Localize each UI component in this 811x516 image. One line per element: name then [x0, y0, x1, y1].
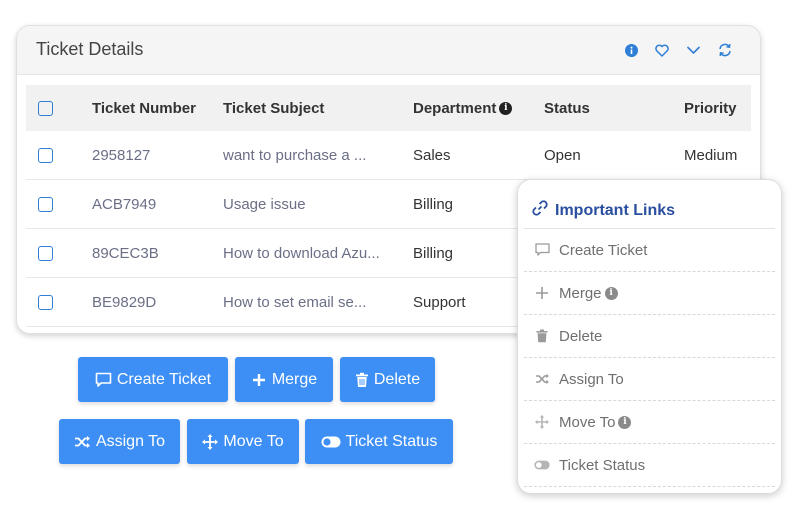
link-move-to[interactable]: Move To i — [524, 401, 775, 444]
ticket-priority: Medium — [683, 131, 751, 180]
ticket-number[interactable]: ACB7949 — [91, 179, 222, 229]
important-links-list: Create Ticket Merge i Delete Assign To M… — [524, 228, 775, 487]
link-merge[interactable]: Merge i — [524, 272, 775, 315]
plus-icon — [251, 372, 267, 388]
column-header-department-label: Department — [413, 99, 497, 117]
shuffle-icon — [74, 435, 91, 449]
table-row[interactable]: 2958127 want to purchase a ... Sales Ope… — [26, 131, 751, 180]
toggle-icon — [534, 460, 550, 470]
delete-label: Delete — [373, 370, 421, 388]
assign-to-label: Assign To — [95, 432, 166, 450]
ticket-status-button[interactable]: Ticket Status — [305, 419, 453, 464]
row-checkbox[interactable] — [38, 148, 53, 164]
merge-button[interactable]: Merge — [235, 357, 333, 402]
shuffle-icon — [534, 373, 550, 385]
link-icon — [532, 200, 548, 221]
info-icon[interactable]: i — [618, 415, 632, 429]
column-header-department[interactable]: Department i — [412, 85, 543, 131]
delete-button[interactable]: Delete — [340, 357, 435, 402]
ticket-subject[interactable]: Usage issue — [222, 179, 412, 229]
link-assign-to[interactable]: Assign To — [524, 358, 775, 401]
important-links-panel: Important Links Create Ticket Merge i De… — [517, 179, 782, 494]
link-label: Create Ticket — [559, 241, 648, 259]
refresh-icon[interactable] — [718, 43, 732, 57]
plus-icon — [534, 286, 550, 300]
move-arrows-icon — [534, 415, 550, 429]
link-label: Merge — [559, 284, 602, 302]
comment-icon — [534, 243, 550, 257]
assign-to-button[interactable]: Assign To — [59, 419, 180, 464]
move-arrows-icon — [202, 433, 219, 450]
column-header-status[interactable]: Status — [543, 85, 683, 131]
link-delete[interactable]: Delete — [524, 315, 775, 358]
card-title: Ticket Details — [36, 39, 144, 59]
create-ticket-label: Create Ticket — [116, 370, 212, 388]
move-to-button[interactable]: Move To — [187, 419, 299, 464]
ticket-status-label: Ticket Status — [345, 432, 438, 450]
row-checkbox[interactable] — [38, 295, 53, 311]
important-links-header: Important Links — [532, 200, 675, 221]
link-create-ticket[interactable]: Create Ticket — [524, 229, 775, 272]
link-label: Assign To — [559, 370, 624, 388]
info-icon[interactable]: i — [604, 286, 618, 300]
ticket-department: Sales — [412, 131, 543, 180]
toggle-icon — [321, 436, 341, 448]
table-header-row: Ticket Number Ticket Subject Department i… — [26, 85, 751, 131]
move-to-label: Move To — [223, 432, 284, 450]
merge-label: Merge — [271, 370, 318, 388]
row-checkbox[interactable] — [38, 197, 53, 213]
trash-icon — [534, 329, 550, 343]
link-label: Ticket Status — [559, 456, 646, 474]
link-label: Delete — [559, 327, 603, 345]
select-all-checkbox[interactable] — [38, 101, 53, 117]
header-icons — [625, 43, 732, 57]
info-icon[interactable] — [625, 43, 638, 57]
ticket-number[interactable]: BE9829D — [91, 277, 222, 327]
create-ticket-button[interactable]: Create Ticket — [78, 357, 228, 402]
column-header-priority[interactable]: Priority — [683, 85, 751, 131]
link-label: Move To — [559, 413, 616, 431]
ticket-number[interactable]: 2958127 — [91, 131, 222, 180]
column-header-ticket-subject[interactable]: Ticket Subject — [222, 85, 412, 131]
link-ticket-status[interactable]: Ticket Status — [524, 444, 775, 487]
important-links-title: Important Links — [555, 201, 676, 219]
ticket-subject[interactable]: want to purchase a ... — [222, 131, 412, 180]
trash-icon — [355, 372, 369, 388]
info-icon[interactable]: i — [499, 102, 513, 116]
ticket-subject[interactable]: How to download Azu... — [222, 228, 412, 278]
chevron-down-icon[interactable] — [686, 45, 701, 55]
ticket-subject[interactable]: How to set email se... — [222, 277, 412, 327]
heart-icon[interactable] — [655, 44, 669, 57]
row-checkbox[interactable] — [38, 246, 53, 262]
ticket-number[interactable]: 89CEC3B — [91, 228, 222, 278]
column-header-ticket-number[interactable]: Ticket Number — [91, 85, 222, 131]
ticket-status: Open — [543, 131, 683, 180]
card-header: Ticket Details — [17, 26, 760, 75]
comment-icon — [95, 372, 112, 388]
